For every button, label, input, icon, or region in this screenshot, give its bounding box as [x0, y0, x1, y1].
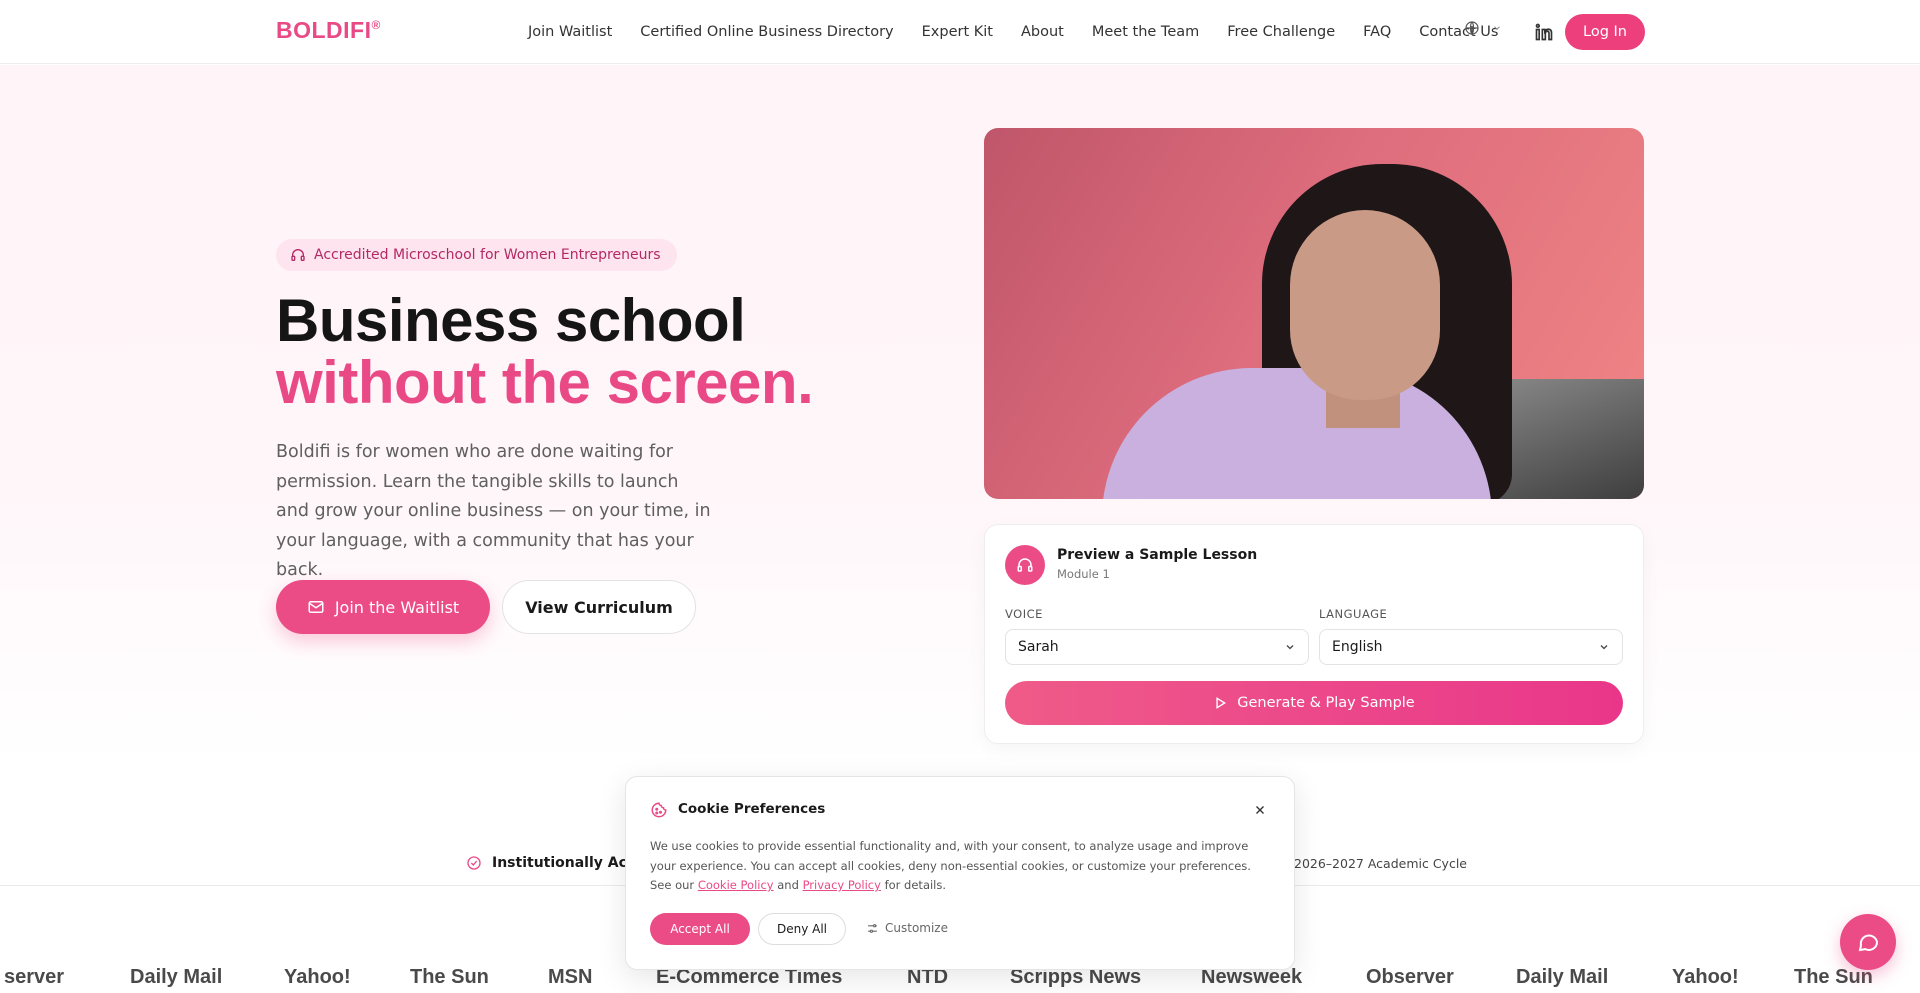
cookie-body-suffix: for details. [880, 878, 947, 892]
press-logo: The Sun [410, 966, 489, 988]
hero-title-line2: without the screen. [276, 349, 814, 416]
press-logo: Daily Mail [1516, 966, 1609, 988]
language-value: English [1332, 639, 1383, 655]
headphones-icon [1017, 558, 1033, 572]
press-logo: Yahoo! [284, 966, 351, 988]
cookie-title: Cookie Preferences [678, 801, 826, 817]
nav-directory[interactable]: Certified Online Business Directory [640, 24, 893, 40]
nav-free-challenge[interactable]: Free Challenge [1227, 24, 1335, 40]
login-button[interactable]: Log In [1565, 14, 1645, 50]
lesson-icon [1005, 545, 1045, 585]
lesson-subtitle: Module 1 [1057, 567, 1110, 581]
press-logo: Observer [1366, 966, 1454, 988]
cookie-banner: Cookie Preferences We use cookies to pro… [625, 776, 1295, 970]
press-logo: The Sun [1794, 966, 1873, 988]
press-logo: MSN [548, 966, 593, 988]
chat-button[interactable] [1840, 914, 1896, 970]
sliders-icon [868, 923, 877, 933]
sample-lesson-card: Preview a Sample Lesson Module 1 VOICE S… [984, 524, 1644, 744]
globe-icon [1465, 21, 1479, 35]
cookie-body-and: and [773, 878, 803, 892]
chevron-down-icon [1600, 645, 1608, 650]
cookie-policy-link[interactable]: Cookie Policy [698, 878, 774, 892]
close-icon[interactable] [1253, 803, 1267, 817]
language-switcher[interactable] [1464, 20, 1502, 36]
mail-icon [308, 601, 324, 613]
voice-select[interactable]: Sarah [1005, 629, 1309, 665]
hero-badge-text: Accredited Microschool for Women Entrepr… [314, 247, 661, 263]
hero-video[interactable] [984, 128, 1644, 499]
deny-all-button[interactable]: Deny All [758, 913, 846, 945]
join-waitlist-label: Join the Waitlist [334, 597, 460, 617]
nav-links: Join Waitlist Certified Online Business … [528, 0, 1498, 64]
press-logo: Yahoo! [1672, 966, 1739, 988]
language-select[interactable]: English [1319, 629, 1623, 665]
play-icon [1216, 697, 1227, 709]
chevron-down-icon [1286, 645, 1294, 650]
accreditation-line: Institutionally Accre [466, 855, 652, 871]
hero-title: Business school without the screen. [276, 287, 814, 416]
press-logo: Daily Mail [130, 966, 223, 988]
view-curriculum-button[interactable]: View Curriculum [502, 580, 696, 634]
linkedin-icon[interactable] [1534, 22, 1554, 42]
language-field-label: LANGUAGE [1319, 607, 1388, 621]
headphones-icon [291, 249, 305, 261]
customize-label: Customize [885, 921, 948, 935]
logo-mark: ® [371, 18, 381, 32]
academic-cycle: 2026–2027 Academic Cycle [1294, 856, 1467, 871]
lesson-title: Preview a Sample Lesson [1057, 547, 1258, 563]
top-nav: BOLDIFI® Join Waitlist Certified Online … [0, 0, 1920, 64]
nav-join-waitlist[interactable]: Join Waitlist [528, 24, 612, 40]
press-logo-strip: server Daily Mail Yahoo! The Sun MSN E-C… [0, 966, 1920, 993]
voice-label: VOICE [1005, 607, 1043, 621]
generate-play-label: Generate & Play Sample [1237, 695, 1415, 711]
brand-logo[interactable]: BOLDIFI® [276, 17, 381, 44]
generate-play-button[interactable]: Generate & Play Sample [1005, 681, 1623, 725]
chat-bubble-icon [1858, 934, 1879, 952]
press-logo: server [4, 966, 65, 988]
voice-value: Sarah [1018, 639, 1059, 655]
cookie-body: We use cookies to provide essential func… [650, 837, 1275, 896]
accept-all-button[interactable]: Accept All [650, 913, 750, 945]
customize-button[interactable]: Customize [866, 921, 948, 935]
hero-lead: Boldifi is for women who are done waitin… [276, 442, 711, 580]
nav-expert-kit[interactable]: Expert Kit [922, 24, 993, 40]
privacy-policy-link[interactable]: Privacy Policy [803, 878, 881, 892]
logo-text: BOLDIFI [276, 17, 372, 43]
nav-about[interactable]: About [1021, 24, 1064, 40]
check-circle-icon [467, 856, 481, 870]
nav-faq[interactable]: FAQ [1363, 24, 1391, 40]
nav-meet-the-team[interactable]: Meet the Team [1092, 24, 1199, 40]
cookie-icon [651, 802, 667, 818]
join-waitlist-button[interactable]: Join the Waitlist [276, 580, 490, 634]
video-person-face [1290, 210, 1440, 400]
hero-badge: Accredited Microschool for Women Entrepr… [276, 239, 677, 271]
hero-title-line1: Business school [276, 287, 746, 354]
chevron-down-icon [1494, 26, 1500, 30]
